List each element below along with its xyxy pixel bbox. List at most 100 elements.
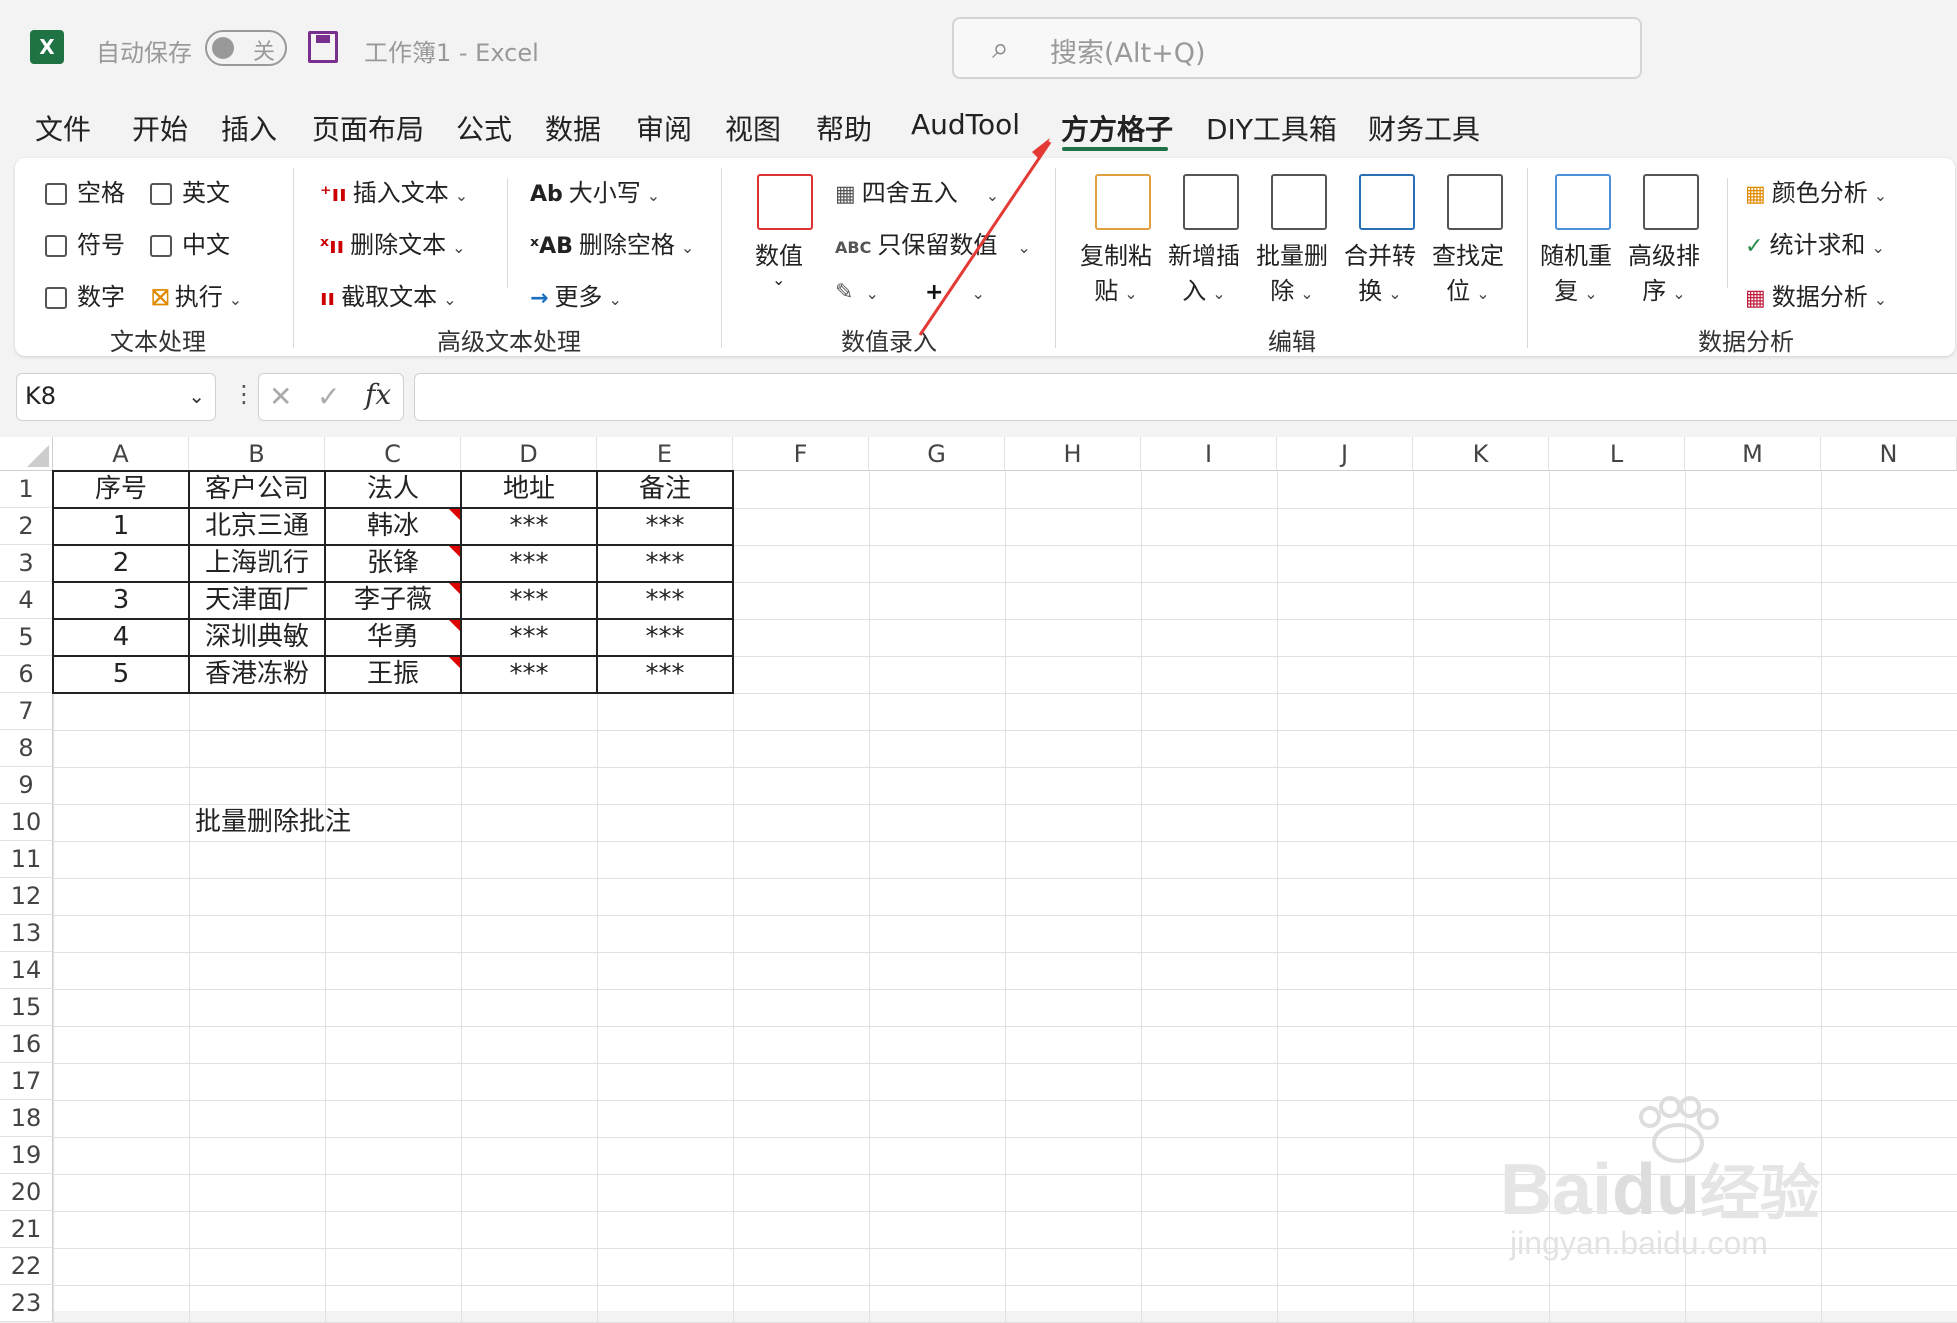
checkbox-box[interactable] <box>45 287 67 309</box>
sort-az-icon[interactable] <box>1643 174 1699 230</box>
row-header[interactable]: 23 <box>0 1285 53 1322</box>
insert-text-button[interactable]: ⁺ıı 插入文本 ⌄ <box>320 173 468 208</box>
table-cell[interactable]: 5 <box>53 656 189 693</box>
column-header[interactable]: I <box>1141 437 1277 471</box>
checkbox-chinese[interactable]: 中文 <box>150 225 230 260</box>
table-cell[interactable]: *** <box>461 656 597 693</box>
add-insert-button[interactable]: 新增插入 ⌄ <box>1168 236 1240 306</box>
tab-fangfanggezi[interactable]: 方方格子 <box>1061 108 1173 148</box>
find-locate-icon[interactable] <box>1447 174 1503 230</box>
stat-sum-button[interactable]: ✓ 统计求和 ⌄ <box>1745 225 1885 260</box>
delete-space-button[interactable]: ˣAB 删除空格 ⌄ <box>530 225 694 260</box>
row-header[interactable]: 1 <box>0 471 53 508</box>
select-all-corner[interactable] <box>0 437 53 471</box>
table-cell[interactable]: 1 <box>53 508 189 545</box>
column-header[interactable]: G <box>869 437 1005 471</box>
cancel-icon[interactable]: ✕ <box>269 380 292 413</box>
execute-button[interactable]: ⛝ 执行 ⌄ <box>152 277 242 312</box>
edit-value-button[interactable]: ✎ ⌄ <box>835 277 879 305</box>
tab-formulas[interactable]: 公式 <box>456 108 512 148</box>
more-options-icon[interactable]: ⋮ <box>232 380 256 408</box>
clipboard-icon[interactable] <box>1095 174 1151 230</box>
column-header[interactable]: E <box>597 437 733 471</box>
column-header[interactable]: A <box>53 437 189 471</box>
table-cell[interactable]: *** <box>461 619 597 656</box>
delete-text-button[interactable]: ˣıı 删除文本 ⌄ <box>320 225 466 260</box>
confirm-icon[interactable]: ✓ <box>317 380 340 413</box>
table-header-cell[interactable]: 法人 <box>325 471 461 508</box>
search-box[interactable]: ⌕ 搜索(Alt+Q) <box>952 17 1642 79</box>
row-header[interactable]: 3 <box>0 545 53 582</box>
tab-view[interactable]: 视图 <box>725 108 781 148</box>
row-header[interactable]: 10 <box>0 804 53 841</box>
tab-diy-toolbox[interactable]: DIY工具箱 <box>1206 108 1337 148</box>
table-cell[interactable]: 3 <box>53 582 189 619</box>
comment-indicator[interactable] <box>449 509 460 520</box>
tab-home[interactable]: 开始 <box>132 108 188 148</box>
table-cell[interactable]: 深圳典敏 <box>189 619 325 656</box>
chevron-down-icon[interactable]: ⌄ <box>188 384 205 408</box>
batch-delete-icon[interactable] <box>1271 174 1327 230</box>
more-button[interactable]: → 更多 ⌄ <box>530 277 622 312</box>
color-analysis-button[interactable]: ▦ 颜色分析 ⌄ <box>1745 173 1887 208</box>
row-header[interactable]: 17 <box>0 1063 53 1100</box>
row-header[interactable]: 4 <box>0 582 53 619</box>
row-header[interactable]: 16 <box>0 1026 53 1063</box>
row-header[interactable]: 21 <box>0 1211 53 1248</box>
table-cell[interactable]: 天津面厂 <box>189 582 325 619</box>
row-header[interactable]: 20 <box>0 1174 53 1211</box>
extract-text-button[interactable]: ıı 截取文本 ⌄ <box>320 277 457 312</box>
autosave-toggle[interactable]: 关 <box>205 30 287 66</box>
table-cell[interactable]: *** <box>597 508 733 545</box>
row-header[interactable]: 2 <box>0 508 53 545</box>
batch-delete-button[interactable]: 批量删除 ⌄ <box>1256 236 1328 306</box>
table-cell[interactable]: *** <box>461 545 597 582</box>
checkbox-number[interactable]: 数字 <box>45 277 125 312</box>
table-header-cell[interactable]: 地址 <box>461 471 597 508</box>
merge-convert-button[interactable]: 合并转换 ⌄ <box>1344 236 1416 306</box>
merge-convert-icon[interactable] <box>1359 174 1415 230</box>
table-cell[interactable]: 香港冻粉 <box>189 656 325 693</box>
column-header[interactable]: J <box>1277 437 1413 471</box>
random-repeat-icon[interactable] <box>1555 174 1611 230</box>
table-header-cell[interactable]: 客户公司 <box>189 471 325 508</box>
formula-input[interactable] <box>414 373 1957 421</box>
checkbox-box[interactable] <box>150 235 172 257</box>
tab-review[interactable]: 审阅 <box>636 108 692 148</box>
checkbox-box[interactable] <box>45 235 67 257</box>
find-locate-button[interactable]: 查找定位 ⌄ <box>1432 236 1504 306</box>
table-cell[interactable]: *** <box>597 619 733 656</box>
advanced-sort-button[interactable]: 高级排序 ⌄ <box>1628 236 1700 306</box>
tab-help[interactable]: 帮助 <box>816 108 872 148</box>
checkbox-box[interactable] <box>150 183 172 205</box>
table-cell[interactable]: 华勇 <box>325 619 461 656</box>
data-analysis-button[interactable]: ▦ 数据分析 ⌄ <box>1745 277 1887 312</box>
table-cell[interactable]: 王振 <box>325 656 461 693</box>
comment-indicator[interactable] <box>449 546 460 557</box>
column-header[interactable]: D <box>461 437 597 471</box>
name-box[interactable]: K8 ⌄ <box>16 373 216 421</box>
column-header[interactable]: H <box>1005 437 1141 471</box>
checkbox-symbol[interactable]: 符号 <box>45 225 125 260</box>
save-icon[interactable] <box>308 31 338 63</box>
table-header-cell[interactable]: 序号 <box>53 471 189 508</box>
table-cell[interactable]: *** <box>597 545 733 582</box>
table-cell[interactable]: *** <box>461 582 597 619</box>
table-cell[interactable]: *** <box>461 508 597 545</box>
checkbox-english[interactable]: 英文 <box>150 173 230 208</box>
table-cell[interactable]: 2 <box>53 545 189 582</box>
comment-indicator[interactable] <box>449 620 460 631</box>
value-button[interactable]: 数值 <box>755 236 803 271</box>
column-header[interactable]: C <box>325 437 461 471</box>
case-button[interactable]: Ab 大小写 ⌄ <box>530 173 660 208</box>
table-cell[interactable]: 张锋 <box>325 545 461 582</box>
column-header[interactable]: L <box>1549 437 1685 471</box>
row-header[interactable]: 7 <box>0 693 53 730</box>
table-cell[interactable]: 上海凯行 <box>189 545 325 582</box>
row-header[interactable]: 8 <box>0 730 53 767</box>
row-header[interactable]: 12 <box>0 878 53 915</box>
row-header[interactable]: 9 <box>0 767 53 804</box>
insert-rows-icon[interactable] <box>1183 174 1239 230</box>
column-header[interactable]: M <box>1685 437 1821 471</box>
note-cell[interactable]: 批量删除批注 <box>189 804 597 841</box>
